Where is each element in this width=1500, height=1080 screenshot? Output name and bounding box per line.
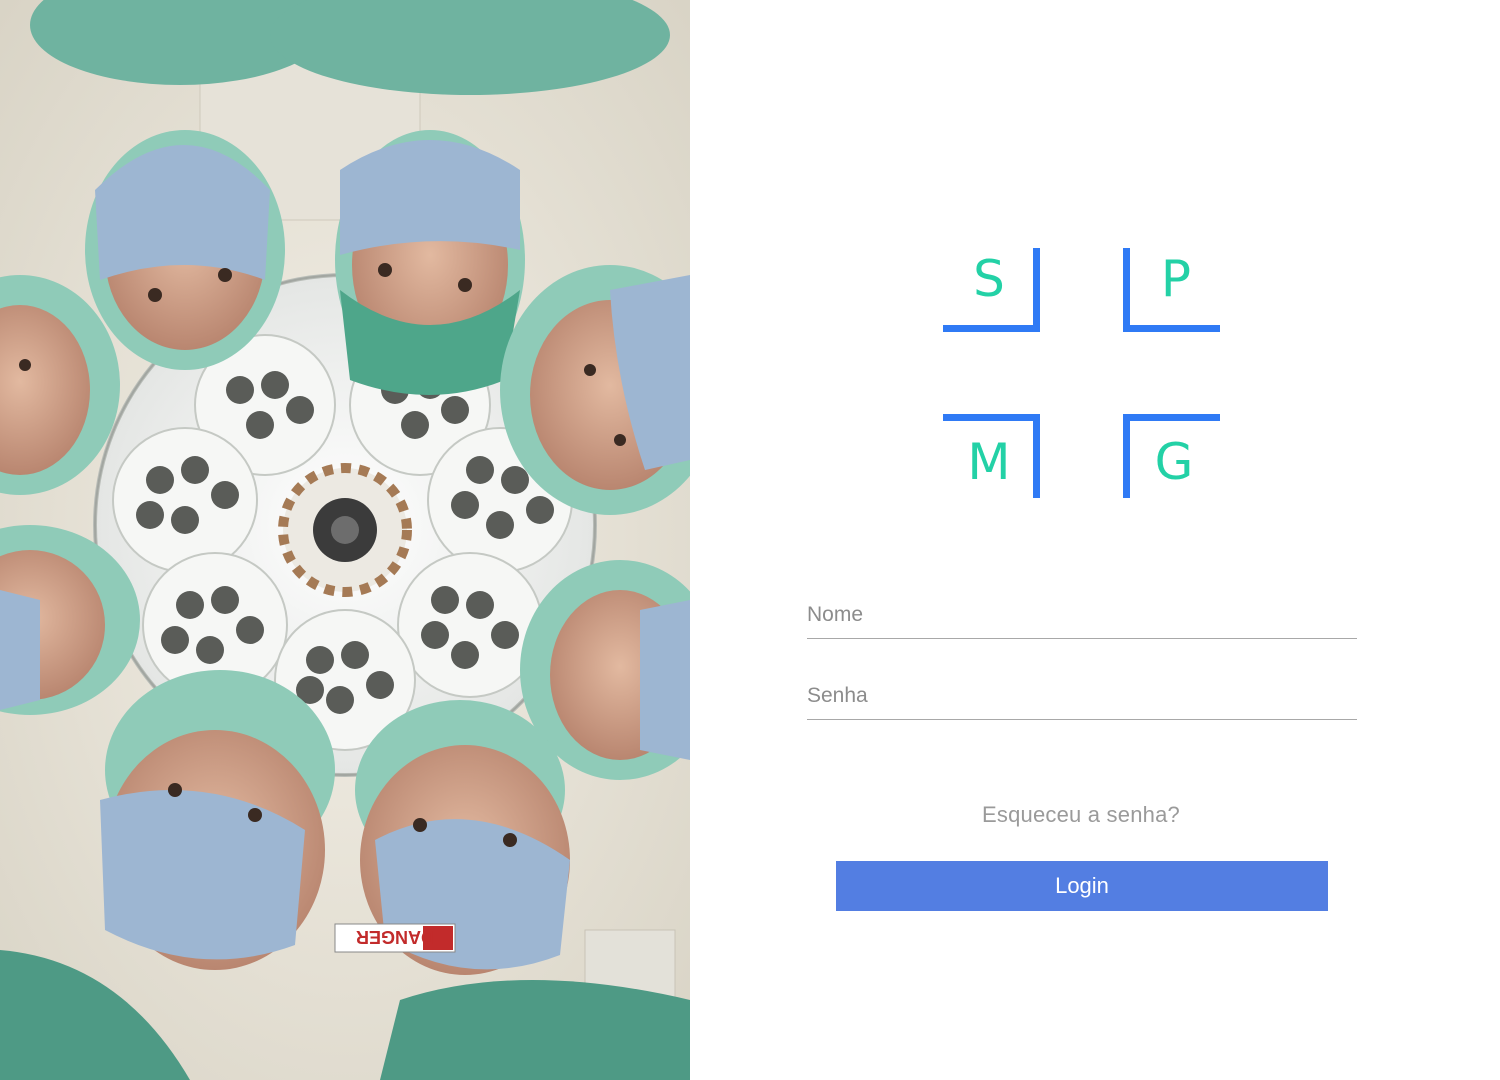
password-field (807, 673, 1357, 720)
svg-text:DANGER: DANGER (356, 927, 434, 947)
password-input[interactable] (807, 673, 1357, 719)
warning-sign: DANGER (334, 923, 456, 953)
login-button[interactable]: Login (836, 861, 1328, 911)
hero-image: DANGER (0, 0, 690, 1080)
logo-letter-p: P (1161, 250, 1191, 308)
login-page: DANGER S P M G Nome Esqueceu a senha? Lo… (0, 0, 1500, 1080)
logo-letter-s: S (973, 250, 1005, 308)
name-field (807, 592, 1357, 639)
spmg-logo: S P M G (940, 246, 1220, 500)
login-panel: S P M G Esqueceu a senha? Login (690, 0, 1500, 1080)
logo-letter-m: M (967, 433, 1010, 491)
forgot-password-link[interactable]: Esqueceu a senha? (690, 802, 1472, 828)
logo-letter-g: G (1155, 433, 1194, 491)
name-input[interactable] (807, 592, 1357, 638)
